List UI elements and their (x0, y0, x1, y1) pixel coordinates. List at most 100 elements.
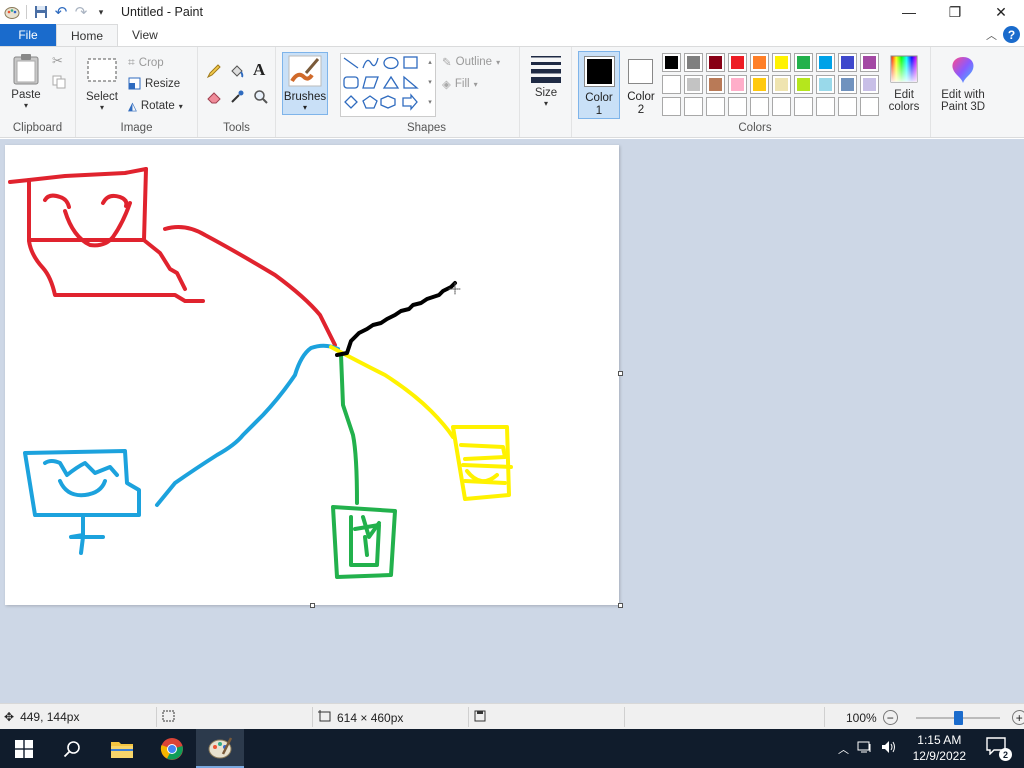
title-bar: ↶ ↷ ▾ Untitled - Paint — ❐ ✕ (0, 0, 1024, 24)
cut-icon[interactable]: ✂ (52, 53, 63, 69)
palette-swatch[interactable] (706, 75, 725, 94)
shapes-scroll[interactable]: ▴ ▾ ▾ (424, 53, 436, 117)
palette-swatch[interactable] (794, 53, 813, 72)
blue-stroke-group (23, 343, 340, 555)
palette-swatch[interactable] (684, 53, 703, 72)
palette-swatch[interactable] (794, 75, 813, 94)
fill-label: Fill (454, 78, 470, 90)
zoom-slider-thumb[interactable] (953, 710, 963, 725)
palette-swatch[interactable] (772, 53, 791, 72)
zoom-out-button[interactable]: − (882, 710, 898, 725)
palette-swatch[interactable] (662, 75, 681, 94)
palette-swatch[interactable] (706, 97, 725, 116)
image-group: Select ▾ ⌗ Crop Resize ◭ Rotate ▾ Image (76, 47, 198, 137)
palette-swatch[interactable] (728, 97, 747, 116)
search-button[interactable] (48, 729, 96, 768)
pencil-icon[interactable] (206, 63, 222, 79)
size-label: Size (534, 87, 558, 99)
chrome-button[interactable] (148, 729, 196, 768)
palette-swatch[interactable] (750, 75, 769, 94)
resize-button[interactable]: Resize (128, 77, 180, 90)
paint-app-icon[interactable] (2, 2, 22, 22)
network-icon[interactable] (857, 740, 873, 757)
file-explorer-button[interactable] (98, 729, 146, 768)
palette-swatch[interactable] (860, 75, 879, 94)
volume-icon[interactable] (881, 740, 897, 757)
zoom-in-button[interactable]: + (1011, 710, 1024, 725)
tab-home[interactable]: Home (56, 24, 119, 46)
start-button[interactable] (0, 729, 48, 768)
redo-icon[interactable]: ↷ (71, 2, 91, 22)
crop-button[interactable]: ⌗ Crop (128, 55, 164, 70)
palette-swatch[interactable] (860, 97, 879, 116)
canvas-resize-handle-bottom[interactable] (310, 603, 315, 608)
palette-swatch[interactable] (662, 97, 681, 116)
edit-with-paint3d-button[interactable]: Edit with Paint 3D (935, 55, 991, 113)
paint-taskbar-button[interactable] (196, 729, 244, 768)
palette-swatch[interactable] (816, 53, 835, 72)
palette-swatch[interactable] (728, 75, 747, 94)
palette-swatch[interactable] (794, 97, 813, 116)
paste-button[interactable]: Paste ▾ (6, 53, 46, 110)
palette-swatch[interactable] (750, 53, 769, 72)
palette-swatch-fill (731, 100, 744, 113)
show-hidden-icons-chevron[interactable]: ︿ (838, 741, 849, 757)
color-picker-icon[interactable] (229, 89, 245, 105)
palette-swatch[interactable] (838, 75, 857, 94)
canvas-size-item: 614 × 460px (318, 710, 403, 725)
fill-button[interactable]: ◈ Fill ▾ (442, 77, 478, 91)
notification-center-button[interactable]: 2 (986, 737, 1012, 761)
palette-swatch-fill (709, 56, 722, 69)
paint3d-icon (949, 55, 977, 85)
palette-swatch[interactable] (662, 53, 681, 72)
palette-swatch[interactable] (750, 97, 769, 116)
minimize-button[interactable]: — (886, 0, 932, 24)
palette-swatch[interactable] (772, 97, 791, 116)
canvas-resize-handle-corner[interactable] (618, 603, 623, 608)
magnifier-icon[interactable] (253, 89, 269, 105)
palette-swatch[interactable] (860, 53, 879, 72)
shapes-gallery[interactable] (340, 53, 436, 117)
clock[interactable]: 1:15 AM 12/9/2022 (913, 732, 966, 764)
text-tool-icon[interactable]: A (253, 60, 265, 80)
brushes-button[interactable]: Brushes ▾ (282, 52, 328, 115)
chrome-icon (160, 737, 183, 760)
close-button[interactable]: ✕ (978, 0, 1024, 24)
rotate-button[interactable]: ◭ Rotate ▾ (128, 99, 183, 113)
collapse-ribbon-icon[interactable]: ︿ (986, 27, 997, 43)
eraser-icon[interactable] (206, 89, 222, 105)
palette-swatch[interactable] (772, 75, 791, 94)
zoom-slider[interactable] (915, 710, 1000, 725)
notification-count: 2 (999, 748, 1012, 761)
save-icon[interactable] (31, 2, 51, 22)
copy-icon[interactable] (52, 75, 66, 89)
select-dropdown-icon: ▾ (99, 103, 104, 112)
color2-label: Color (627, 91, 655, 103)
drawing-canvas[interactable] (5, 145, 619, 605)
help-icon[interactable]: ? (1003, 26, 1020, 43)
canvas-resize-handle-right[interactable] (618, 371, 623, 376)
select-rectangle-icon (86, 57, 118, 83)
palette-swatch-fill (665, 78, 678, 91)
color1-button[interactable]: Color 1 (578, 51, 620, 119)
palette-swatch[interactable] (838, 97, 857, 116)
palette-swatch[interactable] (838, 53, 857, 72)
fill-bucket-icon[interactable] (229, 63, 245, 79)
palette-swatch[interactable] (816, 97, 835, 116)
tab-view[interactable]: View (118, 24, 172, 46)
size-button[interactable]: Size ▾ (526, 55, 566, 108)
outline-button[interactable]: ✎ Outline ▾ (442, 55, 500, 69)
palette-swatch[interactable] (684, 97, 703, 116)
palette-swatch[interactable] (816, 75, 835, 94)
palette-swatch[interactable] (684, 75, 703, 94)
edit-colors-button[interactable]: Edit colors (884, 55, 924, 113)
undo-icon[interactable]: ↶ (51, 2, 71, 22)
palette-swatch[interactable] (706, 53, 725, 72)
select-button[interactable]: Select ▾ (82, 57, 122, 112)
palette-swatch[interactable] (728, 53, 747, 72)
customize-quick-access-icon[interactable]: ▾ (91, 2, 111, 22)
color2-button[interactable]: Color 2 (622, 51, 660, 119)
zoom-control: 100% − + (846, 710, 1024, 725)
tab-file[interactable]: File (0, 24, 56, 46)
maximize-button[interactable]: ❐ (932, 0, 978, 24)
